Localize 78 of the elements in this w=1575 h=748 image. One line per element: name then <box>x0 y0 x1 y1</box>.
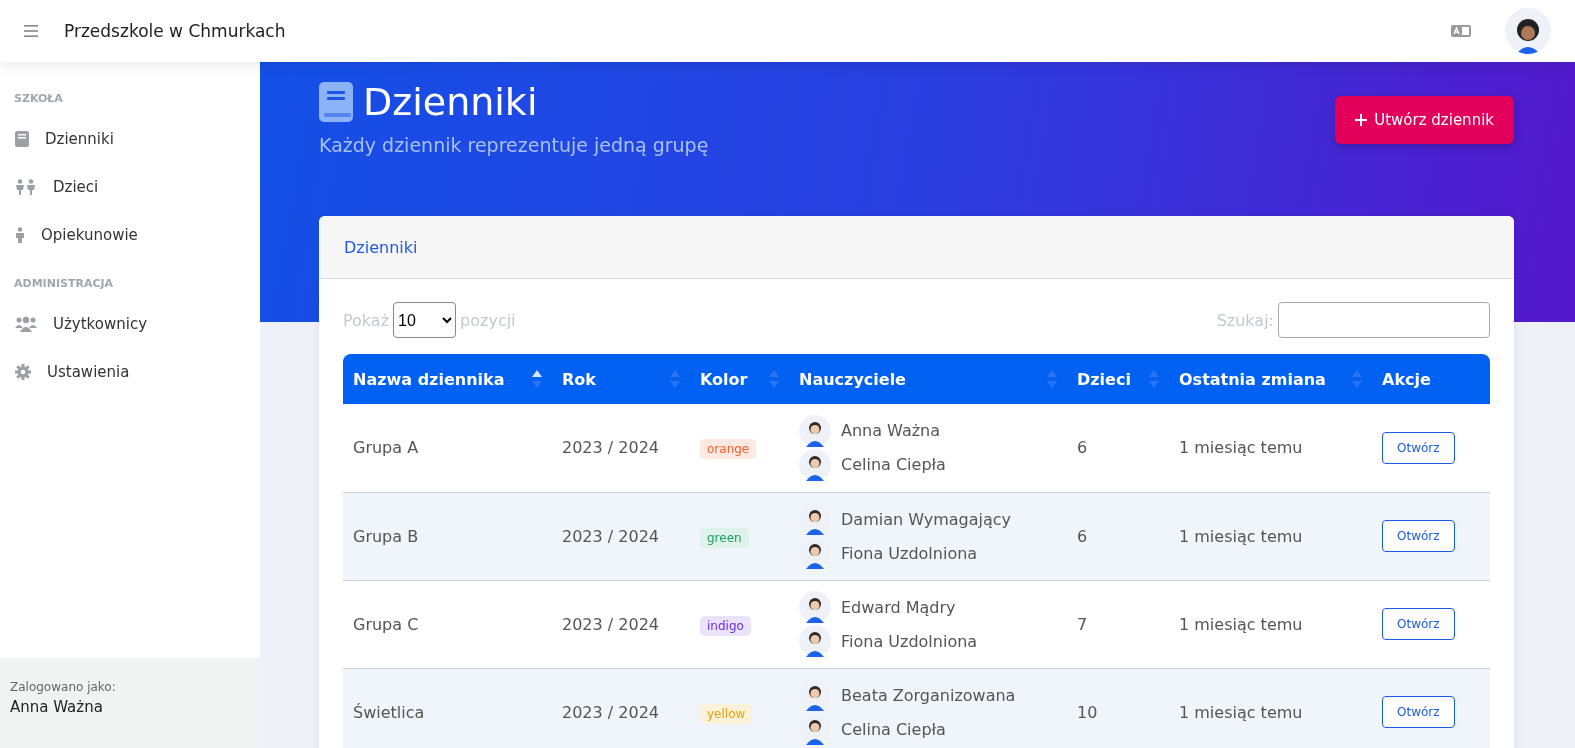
logged-in-user: Anna Ważna <box>10 698 104 716</box>
teacher-name: Edward Mądry <box>841 597 956 617</box>
table-cell: 7 <box>1067 580 1169 668</box>
color-tag: orange <box>700 439 757 460</box>
search-label: Szukaj: <box>1216 310 1274 330</box>
create-journal-button[interactable]: Utwórz dziennik <box>1335 96 1514 144</box>
column-header[interactable]: Rok <box>552 354 690 404</box>
book-icon <box>15 131 29 147</box>
user-avatar[interactable] <box>1505 8 1551 54</box>
avatar-icon <box>799 591 831 623</box>
section-heading: SZKOŁA <box>13 92 64 105</box>
teacher-name: Damian Wymagający <box>841 509 1012 529</box>
sidebar-item[interactable]: Opiekunowie <box>0 211 260 259</box>
open-button[interactable]: Otwórz <box>1382 608 1455 640</box>
page-title: Dzienniki <box>363 80 538 124</box>
logged-in-caption: Zalogowano jako: <box>10 680 117 694</box>
teacher-name: Fiona Uzdolniona <box>841 543 978 563</box>
app-title: Przedszkole w Chmurkach <box>64 21 286 41</box>
person-icon <box>15 227 25 243</box>
sidebar-item[interactable]: Dzieci <box>0 163 260 211</box>
table-cell: Świetlica <box>343 668 552 748</box>
teacher-name: Beata Zorganizowana <box>841 685 1016 705</box>
avatar-icon <box>799 414 831 447</box>
users-icon <box>15 316 37 332</box>
table-cell: 2023 / 2024 <box>552 492 690 580</box>
table-cell: 6 <box>1067 404 1169 492</box>
settings-icon <box>15 364 31 380</box>
table-cell: 1 miesiąc temu <box>1169 668 1372 748</box>
teacher-name: Anna Ważna <box>841 421 941 441</box>
page-subtitle: Każdy dziennik reprezentuje jedną grupę <box>319 134 709 156</box>
color-tag: yellow <box>700 703 753 724</box>
avatar-icon <box>799 625 831 657</box>
sort-icon <box>769 370 779 388</box>
children-icon <box>15 179 37 195</box>
open-button[interactable]: Otwórz <box>1382 431 1455 464</box>
table-cell: 1 miesiąc temu <box>1169 404 1372 492</box>
card-title: Dzienniki <box>344 237 418 257</box>
table-cell: 6 <box>1067 492 1169 580</box>
table-cell: 2023 / 2024 <box>552 668 690 748</box>
open-button[interactable]: Otwórz <box>1382 520 1455 552</box>
table-cell: 1 miesiąc temu <box>1169 492 1372 580</box>
teacher-name: Fiona Uzdolniona <box>841 631 978 651</box>
sidebar-item[interactable]: Użytkownicy <box>0 300 260 348</box>
column-header[interactable]: Nauczyciele <box>789 354 1067 404</box>
column-header[interactable]: Nazwa dziennika <box>343 354 552 404</box>
column-header[interactable]: Kolor <box>690 354 789 404</box>
teacher-name: Celina Ciepła <box>841 455 946 475</box>
table-cell: 2023 / 2024 <box>552 404 690 492</box>
sidebar-item[interactable]: Dzienniki <box>0 115 260 163</box>
color-tag: indigo <box>700 615 751 636</box>
table-cell: 2023 / 2024 <box>552 580 690 668</box>
page-length-select[interactable]: 10 <box>393 302 457 338</box>
section-heading: ADMINISTRACJA <box>13 277 115 290</box>
table-cell: 10 <box>1067 668 1169 748</box>
table-cell: Grupa C <box>343 580 552 668</box>
column-header[interactable]: Dzieci <box>1067 354 1169 404</box>
sort-icon <box>1352 370 1362 388</box>
open-button[interactable]: Otwórz <box>1382 696 1455 728</box>
table-cell: Grupa A <box>343 404 552 492</box>
plus-icon <box>1355 114 1368 126</box>
color-tag: green <box>700 527 749 548</box>
table-cell: 1 miesiąc temu <box>1169 580 1372 668</box>
sort-icon <box>1149 370 1159 388</box>
table-cell: Grupa B <box>343 492 552 580</box>
sort-icon <box>532 370 542 388</box>
language-icon[interactable] <box>1451 25 1471 37</box>
length-label: Pokaż <box>343 310 390 330</box>
length-label: pozycji <box>460 310 516 330</box>
sort-icon <box>670 370 680 388</box>
column-header[interactable]: Ostatnia zmiana <box>1169 354 1372 404</box>
sidebar-item[interactable]: Ustawienia <box>0 348 260 396</box>
teacher-name: Celina Ciepła <box>841 719 946 739</box>
sort-icon <box>1047 370 1057 388</box>
column-header[interactable]: Akcje <box>1372 354 1490 404</box>
menu-icon[interactable] <box>24 25 38 37</box>
search-field[interactable] <box>1278 302 1490 338</box>
avatar-icon <box>799 448 831 481</box>
book-icon <box>319 82 353 122</box>
